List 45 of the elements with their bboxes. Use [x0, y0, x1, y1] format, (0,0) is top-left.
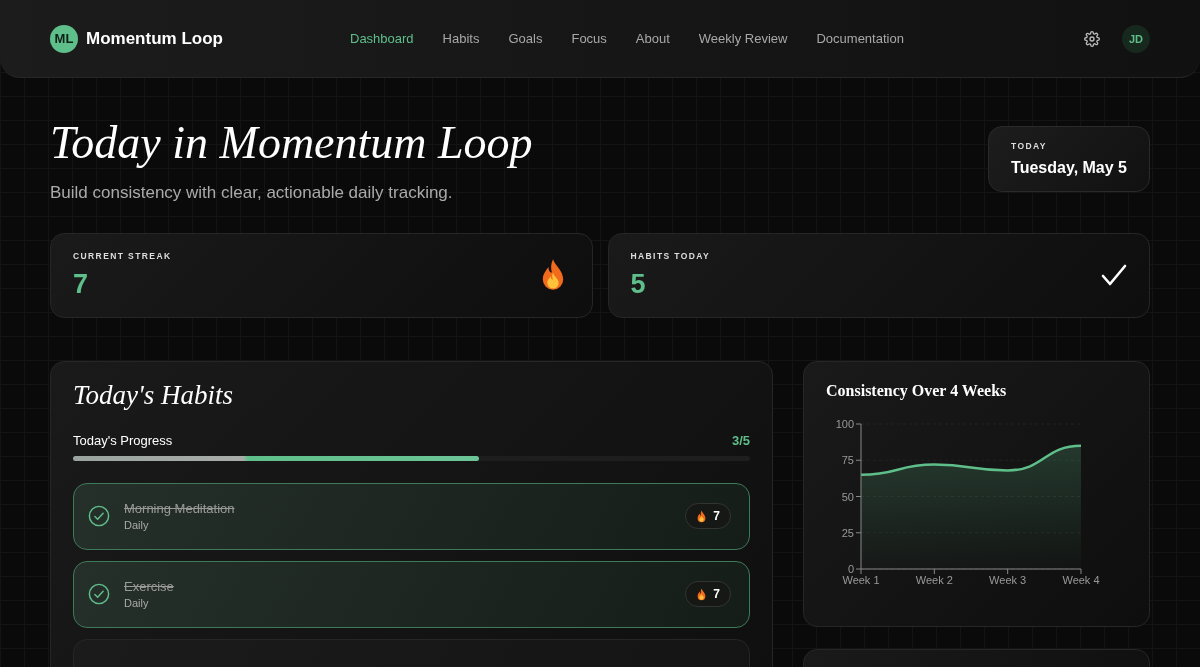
progress-label: Today's Progress [73, 432, 173, 448]
stat-label: HABITS TODAY [630, 250, 711, 261]
brand-name[interactable]: Momentum Loop [86, 28, 223, 49]
streak-count: 7 [713, 587, 720, 602]
habit-card[interactable]: Morning Meditation Daily 7 [73, 482, 750, 550]
y-tick-label: 25 [841, 526, 854, 539]
streak-count: 7 [713, 509, 720, 524]
checkmark-icon [1101, 263, 1127, 288]
flame-icon [696, 587, 708, 601]
checkbox-icon[interactable] [88, 505, 110, 528]
stat-label: CURRENT STREAK [73, 250, 172, 261]
flame-icon [696, 509, 708, 523]
y-tick-label: 50 [841, 490, 854, 503]
x-tick-label: Week 2 [915, 573, 953, 586]
x-tick-label: Week 4 [1062, 573, 1100, 586]
habit-frequency: Daily [124, 597, 150, 610]
date-text: Tuesday, May 5 [1011, 159, 1127, 177]
page-subtitle: Build consistency with clear, actionable daily tracking. [50, 182, 454, 203]
settings-icon[interactable] [1084, 30, 1100, 47]
habit-name: Exercise [124, 579, 175, 595]
nav-link[interactable]: About [635, 31, 670, 46]
nav-link[interactable]: Dashboard [350, 31, 414, 46]
habit-card[interactable]: Exercise Daily 7 [73, 560, 750, 628]
habit-frequency: Daily [124, 519, 150, 532]
nav-link[interactable]: Focus [571, 31, 607, 46]
nav-link[interactable]: Habits [442, 31, 480, 46]
y-tick-label: 100 [835, 417, 854, 430]
stat-value: 5 [630, 268, 647, 300]
y-tick-label: 0 [847, 562, 854, 575]
y-tick-label: 75 [841, 453, 854, 466]
progress-count: 3/5 [731, 432, 750, 448]
habit-name: Morning Meditation [124, 501, 236, 517]
stat-value: 7 [73, 268, 90, 300]
page-title: Today in Momentum Loop [50, 118, 533, 169]
x-tick-label: Week 1 [842, 573, 880, 586]
x-tick-label: Week 3 [989, 573, 1027, 586]
nav-link[interactable]: Documentation [816, 31, 904, 46]
nav-link[interactable]: Weekly Review [698, 31, 788, 46]
section-title: Today's Habits [73, 379, 235, 411]
user-avatar[interactable]: JD [1122, 24, 1150, 53]
logo-badge[interactable]: ML [50, 24, 78, 53]
chart-title: Consistency Over 4 Weeks [826, 381, 1008, 400]
nav-link[interactable]: Goals [508, 31, 543, 46]
checkbox-icon[interactable] [88, 583, 110, 606]
date-label: TODAY [1011, 141, 1048, 151]
